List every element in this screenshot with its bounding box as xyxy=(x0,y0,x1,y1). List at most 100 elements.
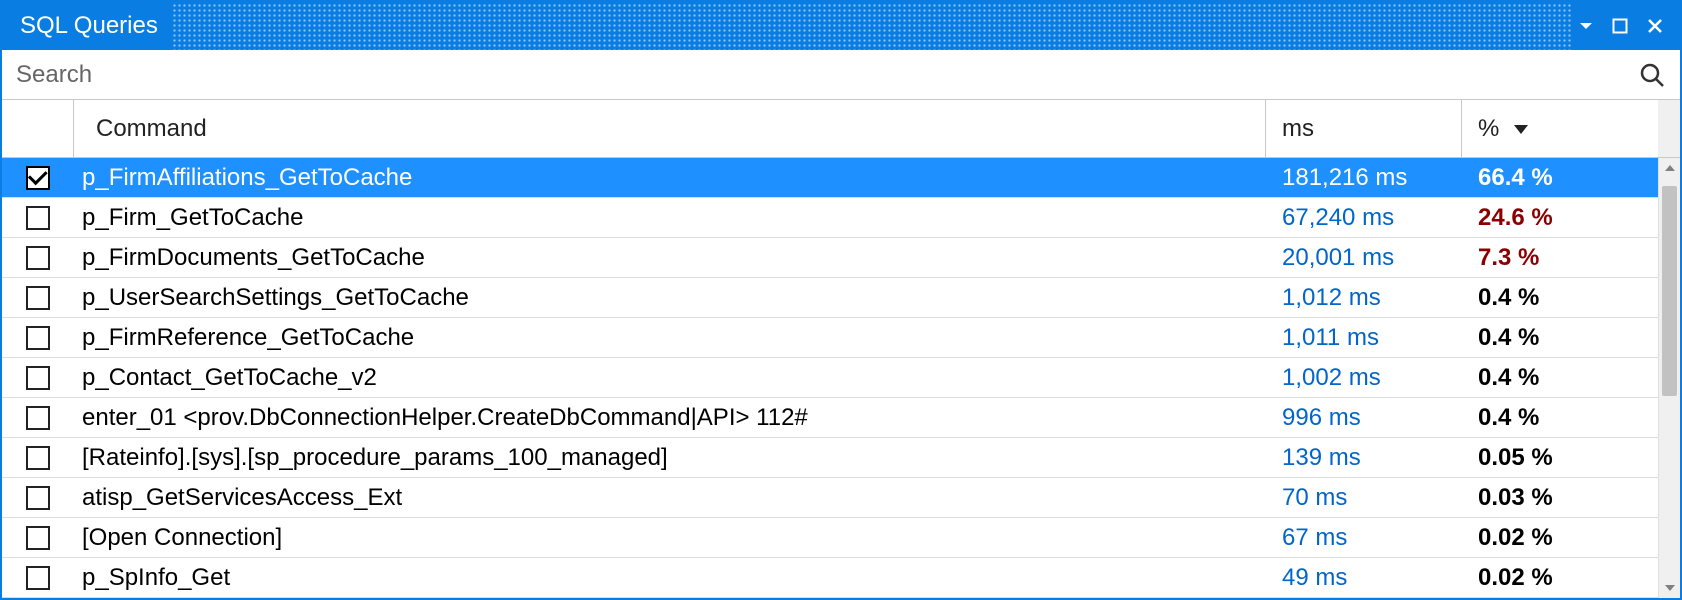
row-ms-cell: 1,002 ms xyxy=(1266,358,1462,397)
table-row[interactable]: p_FirmDocuments_GetToCache 20,001 ms 7.3 % xyxy=(2,238,1658,278)
row-checkbox[interactable] xyxy=(26,566,50,590)
row-checkbox-cell xyxy=(2,478,74,517)
row-checkbox-cell xyxy=(2,158,74,197)
row-percent: 0.4 % xyxy=(1478,364,1539,392)
row-percent: 0.05 % xyxy=(1478,444,1553,472)
scroll-up-icon[interactable] xyxy=(1659,158,1680,178)
close-icon[interactable] xyxy=(1646,17,1664,35)
row-checkbox[interactable] xyxy=(26,526,50,550)
row-ms-cell: 1,012 ms xyxy=(1266,278,1462,317)
row-command: atisp_GetServicesAccess_Ext xyxy=(82,484,402,512)
row-command-cell: p_UserSearchSettings_GetToCache xyxy=(74,278,1266,317)
table-row[interactable]: [Rateinfo].[sys].[sp_procedure_params_10… xyxy=(2,438,1658,478)
row-command-cell: atisp_GetServicesAccess_Ext xyxy=(74,478,1266,517)
row-ms: 1,011 ms xyxy=(1282,324,1379,352)
titlebar-grip[interactable] xyxy=(172,2,1572,50)
row-command-cell: p_FirmReference_GetToCache xyxy=(74,318,1266,357)
row-checkbox-cell xyxy=(2,358,74,397)
row-percent-cell: 0.4 % xyxy=(1462,278,1658,317)
row-checkbox[interactable] xyxy=(26,246,50,270)
table-row[interactable]: p_SpInfo_Get49 ms0.02 % xyxy=(2,558,1658,598)
search-input[interactable] xyxy=(16,50,1628,99)
row-percent-cell: 0.4 % xyxy=(1462,398,1658,437)
column-header-command-label: Command xyxy=(96,115,207,143)
row-checkbox[interactable] xyxy=(26,446,50,470)
row-ms: 181,216 ms xyxy=(1282,164,1407,192)
row-checkbox[interactable] xyxy=(26,326,50,350)
table-row[interactable]: p_Firm_GetToCache 67,240 ms 24.6 % xyxy=(2,198,1658,238)
row-percent-cell: 0.02 % xyxy=(1462,558,1658,597)
dropdown-icon[interactable] xyxy=(1578,18,1594,34)
scroll-down-icon[interactable] xyxy=(1659,578,1680,598)
row-percent: 0.02 % xyxy=(1478,524,1553,552)
row-checkbox[interactable] xyxy=(26,166,50,190)
row-percent: 0.03 % xyxy=(1478,484,1553,512)
search-bar xyxy=(2,50,1680,100)
column-header-percent[interactable]: % xyxy=(1462,100,1658,157)
row-command-cell: [Open Connection] xyxy=(74,518,1266,557)
row-percent: 0.4 % xyxy=(1478,324,1539,352)
table-row[interactable]: p_UserSearchSettings_GetToCache 1,012 ms 0… xyxy=(2,278,1658,318)
row-command: p_UserSearchSettings_GetToCache xyxy=(82,284,469,312)
table-header: Command ms % xyxy=(2,100,1680,158)
row-ms: 996 ms xyxy=(1282,404,1361,432)
table-row[interactable]: enter_01 <prov.DbConnectionHelper.Create… xyxy=(2,398,1658,438)
row-ms: 139 ms xyxy=(1282,444,1361,472)
row-command: p_SpInfo_Get xyxy=(82,564,230,592)
row-percent-cell: 0.03 % xyxy=(1462,478,1658,517)
table-row[interactable]: p_FirmAffiliations_GetToCache181,216 ms6… xyxy=(2,158,1658,198)
title-bar[interactable]: SQL Queries xyxy=(2,2,1680,50)
column-header-ms[interactable]: ms xyxy=(1266,100,1462,157)
row-checkbox[interactable] xyxy=(26,206,50,230)
panel-title: SQL Queries xyxy=(12,12,166,40)
row-checkbox-cell xyxy=(2,398,74,437)
row-ms-cell: 1,011 ms xyxy=(1266,318,1462,357)
row-checkbox[interactable] xyxy=(26,286,50,310)
row-percent-cell: 0.02 % xyxy=(1462,518,1658,557)
row-command: [Rateinfo].[sys].[sp_procedure_params_10… xyxy=(82,444,668,472)
row-command: p_Contact_GetToCache_v2 xyxy=(82,364,377,392)
table-row[interactable]: p_FirmReference_GetToCache 1,011 ms 0.4 % xyxy=(2,318,1658,358)
row-command-cell: enter_01 <prov.DbConnectionHelper.Create… xyxy=(74,398,1266,437)
search-icon[interactable] xyxy=(1638,61,1666,89)
row-percent-cell: 0.05 % xyxy=(1462,438,1658,477)
row-percent: 0.4 % xyxy=(1478,284,1539,312)
vertical-scrollbar[interactable] xyxy=(1658,158,1680,598)
row-checkbox[interactable] xyxy=(26,486,50,510)
row-command: enter_01 <prov.DbConnectionHelper.Create… xyxy=(82,404,808,432)
table-row[interactable]: [Open Connection] 67 ms 0.02 % xyxy=(2,518,1658,558)
table-body-container: p_FirmAffiliations_GetToCache181,216 ms6… xyxy=(2,158,1680,598)
row-percent: 24.6 % xyxy=(1478,204,1553,232)
row-command: [Open Connection] xyxy=(82,524,282,552)
column-header-percent-label: % xyxy=(1478,115,1499,143)
column-header-checkbox[interactable] xyxy=(2,100,74,157)
row-ms: 67 ms xyxy=(1282,524,1347,552)
table-row[interactable]: p_Contact_GetToCache_v2 1,002 ms 0.4 % xyxy=(2,358,1658,398)
row-command: p_Firm_GetToCache xyxy=(82,204,303,232)
row-checkbox-cell xyxy=(2,278,74,317)
row-ms-cell: 67,240 ms xyxy=(1266,198,1462,237)
row-ms-cell: 139 ms xyxy=(1266,438,1462,477)
column-header-command[interactable]: Command xyxy=(74,100,1266,157)
row-checkbox-cell xyxy=(2,518,74,557)
row-percent-cell: 24.6 % xyxy=(1462,198,1658,237)
row-ms-cell: 67 ms xyxy=(1266,518,1462,557)
row-percent: 0.4 % xyxy=(1478,404,1539,432)
row-checkbox-cell xyxy=(2,238,74,277)
row-percent: 7.3 % xyxy=(1478,244,1539,272)
row-checkbox[interactable] xyxy=(26,366,50,390)
row-ms-cell: 996 ms xyxy=(1266,398,1462,437)
row-command: p_FirmDocuments_GetToCache xyxy=(82,244,425,272)
column-header-ms-label: ms xyxy=(1282,115,1314,143)
row-ms: 70 ms xyxy=(1282,484,1347,512)
row-command-cell: p_Contact_GetToCache_v2 xyxy=(74,358,1266,397)
table-row[interactable]: atisp_GetServicesAccess_Ext 70 ms 0.03 % xyxy=(2,478,1658,518)
row-command-cell: p_SpInfo_Get xyxy=(74,558,1266,597)
row-checkbox[interactable] xyxy=(26,406,50,430)
scrollbar-thumb[interactable] xyxy=(1662,186,1677,396)
row-command-cell: p_Firm_GetToCache xyxy=(74,198,1266,237)
row-ms: 20,001 ms xyxy=(1282,244,1394,272)
row-ms-cell: 70 ms xyxy=(1266,478,1462,517)
maximize-icon[interactable] xyxy=(1612,18,1628,34)
window-controls xyxy=(1578,17,1670,35)
